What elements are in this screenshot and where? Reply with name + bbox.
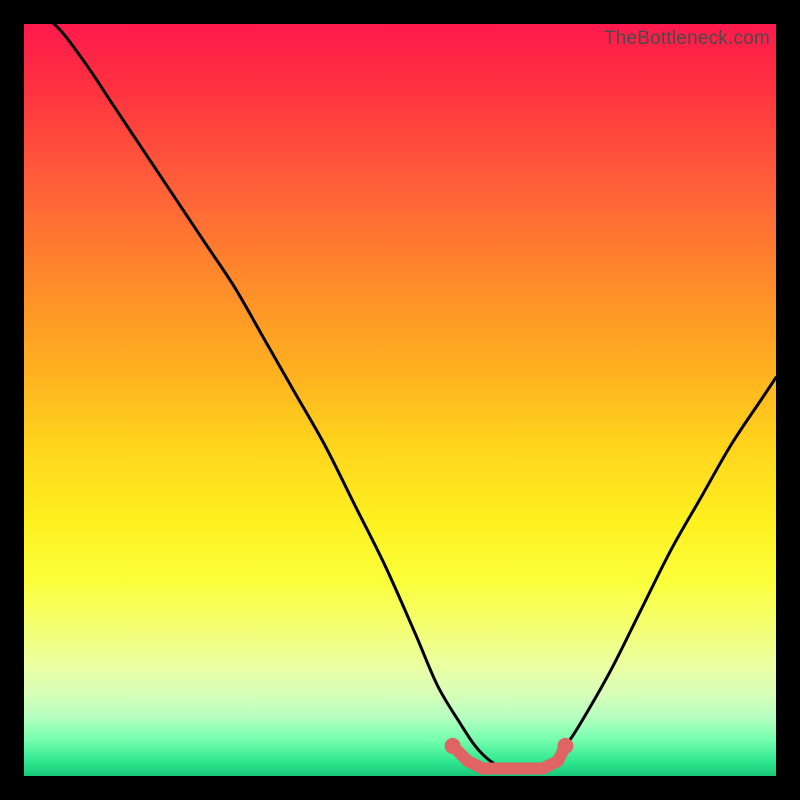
marker-dot (552, 755, 564, 767)
chart-frame: TheBottleneck.com (24, 24, 776, 776)
bottleneck-curve (24, 9, 776, 769)
marker-dot (477, 762, 489, 774)
chart-svg (24, 24, 776, 776)
marker-dot (522, 762, 534, 774)
marker-dot (492, 762, 504, 774)
marker-dot (462, 755, 474, 767)
curve-group (24, 9, 776, 769)
marker-dot (445, 738, 461, 754)
marker-dot (507, 762, 519, 774)
marker-dot (537, 762, 549, 774)
marker-group (445, 738, 574, 775)
marker-dot (557, 738, 573, 754)
